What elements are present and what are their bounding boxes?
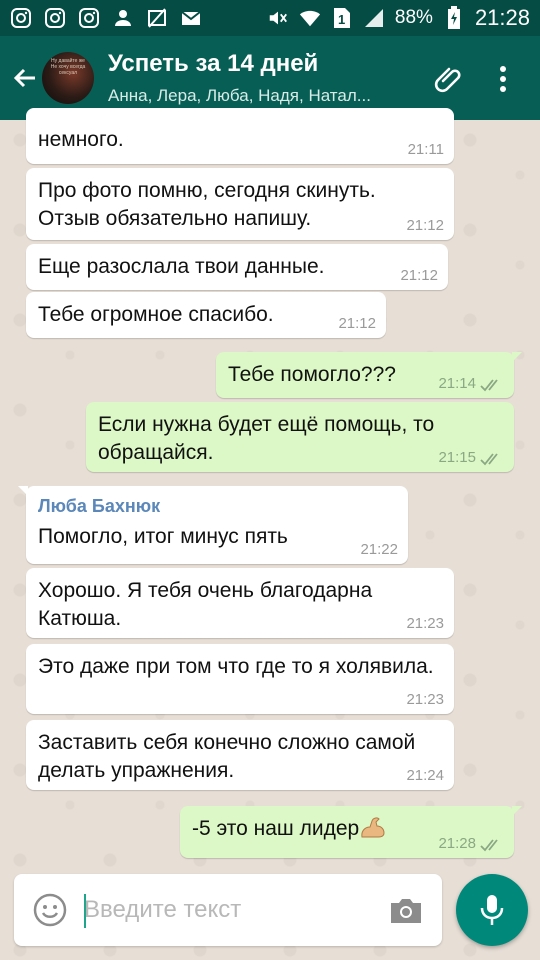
back-button[interactable] xyxy=(8,58,42,98)
microphone-icon xyxy=(480,895,504,925)
status-bar: 1 88% 21:28 xyxy=(0,0,540,36)
message-time: 21:22 xyxy=(360,541,398,558)
battery-icon xyxy=(443,6,465,29)
message-bubble[interactable]: Еще разослала твои данные. 21:12 xyxy=(26,244,448,290)
instagram-icon xyxy=(10,7,32,29)
avatar-text: Ну давайте же Не хочу всегда сексуал xyxy=(50,58,86,76)
back-arrow-icon xyxy=(13,68,35,88)
instagram-icon xyxy=(78,7,100,29)
mute-icon xyxy=(267,7,289,29)
more-options-button[interactable] xyxy=(488,60,518,98)
bubble-tail xyxy=(18,486,28,496)
message-bubble[interactable]: Заставить себя конечно сложно самой дела… xyxy=(26,720,454,790)
signal-icon xyxy=(363,7,385,29)
message-time: 21:14 xyxy=(438,375,476,392)
emoji-icon[interactable] xyxy=(32,892,68,928)
flexed-biceps-icon xyxy=(361,817,385,838)
message-bubble[interactable]: Люба Бахнюк Помогло, итог минус пять 21:… xyxy=(18,486,408,564)
battery-percent: 88% xyxy=(394,7,433,28)
read-ticks-icon xyxy=(480,453,498,466)
bubble-tail xyxy=(512,806,522,816)
chat-title[interactable]: Успеть за 14 дней xyxy=(108,50,318,78)
attach-button[interactable] xyxy=(430,60,468,98)
message-time: 21:24 xyxy=(406,767,444,784)
chat-participants[interactable]: Анна, Лера, Люба, Надя, Натал... xyxy=(108,86,413,106)
message-text: немного. xyxy=(38,128,124,151)
camera-icon[interactable] xyxy=(388,892,424,928)
message-bubble[interactable]: -5 это наш лидер 21:28 xyxy=(180,806,522,858)
message-bubble[interactable]: немного. 21:11 xyxy=(26,108,454,164)
paperclip-icon xyxy=(434,67,461,93)
message-text: Про фото помню, сегодня скинуть. Отзыв о… xyxy=(38,179,376,230)
message-text: Еще разослала твои данные. xyxy=(38,255,325,278)
message-time: 21:15 xyxy=(438,449,476,466)
message-bubble[interactable]: Про фото помню, сегодня скинуть. Отзыв о… xyxy=(26,168,454,240)
sim-icon: 1 xyxy=(331,7,353,29)
group-avatar[interactable]: Ну давайте же Не хочу всегда сексуал xyxy=(42,52,94,104)
message-text: Это даже при том что где то я холявила. xyxy=(38,655,434,678)
sender-name[interactable]: Люба Бахнюк xyxy=(38,495,396,517)
message-bubble[interactable]: Тебе помогло??? 21:14 xyxy=(216,352,522,398)
message-time: 21:12 xyxy=(338,315,376,332)
svg-text:1: 1 xyxy=(338,12,345,27)
message-bubble[interactable]: Это даже при том что где то я холявила. … xyxy=(26,644,454,714)
message-time: 21:28 xyxy=(438,835,476,852)
bubble-tail xyxy=(512,352,522,362)
wifi-icon xyxy=(299,7,321,29)
no-image-icon xyxy=(146,7,168,29)
more-vert-icon xyxy=(500,66,506,92)
message-text: -5 это наш лидер xyxy=(192,817,360,840)
message-time: 21:12 xyxy=(400,267,438,284)
message-time: 21:12 xyxy=(406,217,444,234)
message-bubble[interactable]: Тебе огромное спасибо. 21:12 xyxy=(26,292,386,338)
message-time: 21:11 xyxy=(407,141,444,158)
read-ticks-icon xyxy=(480,839,498,852)
message-text: Тебе огромное спасибо. xyxy=(38,303,274,326)
message-time: 21:23 xyxy=(406,691,444,708)
clock: 21:28 xyxy=(474,5,530,30)
instagram-icon xyxy=(44,7,66,29)
message-time: 21:23 xyxy=(406,615,444,632)
person-icon xyxy=(112,7,134,29)
message-input[interactable] xyxy=(84,892,374,928)
read-ticks-icon xyxy=(480,379,498,392)
message-text: Помогло, итог минус пять xyxy=(38,525,288,548)
message-bubble[interactable]: Если нужна будет ещё помощь, то обращайс… xyxy=(86,402,514,472)
mail-icon xyxy=(180,7,202,29)
message-bubble[interactable]: Хорошо. Я тебя очень благодарна Катюша. … xyxy=(26,568,454,638)
message-text: Хорошо. Я тебя очень благодарна Катюша. xyxy=(38,579,373,630)
message-text: Заставить себя конечно сложно самой дела… xyxy=(38,731,416,782)
message-composer xyxy=(14,874,442,946)
voice-record-button[interactable] xyxy=(456,874,528,946)
